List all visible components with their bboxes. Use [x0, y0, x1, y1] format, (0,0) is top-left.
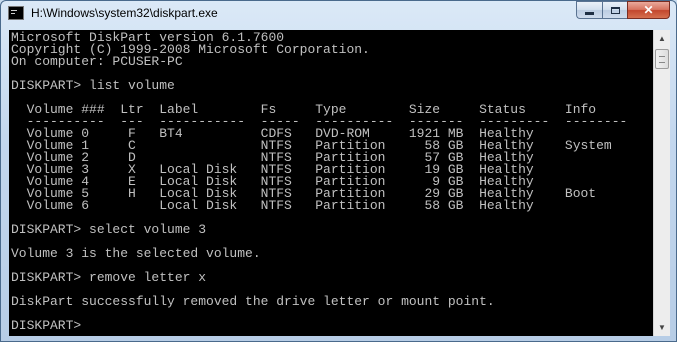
- minimize-icon: [585, 11, 594, 15]
- console-line: DISKPART> list volume: [11, 78, 175, 93]
- console-line: DISKPART> select volume 3: [11, 222, 207, 237]
- maximize-button[interactable]: [602, 1, 627, 19]
- console-line: Volume 3 is the selected volume.: [11, 246, 261, 261]
- console-line: Volume 6 Local Disk NTFS Partition 58 GB…: [11, 198, 534, 213]
- maximize-icon: [610, 6, 620, 14]
- scroll-down-button[interactable]: ▼: [654, 319, 670, 336]
- window-controls: ✕: [576, 1, 670, 20]
- window-title: H:\Windows\system32\diskpart.exe: [31, 6, 218, 20]
- close-icon: ✕: [643, 3, 654, 17]
- console-window: H:\Windows\system32\diskpart.exe ✕ Micro…: [0, 0, 677, 342]
- console-line: DISKPART> remove letter x: [11, 270, 207, 285]
- title-bar[interactable]: H:\Windows\system32\diskpart.exe ✕: [1, 1, 676, 27]
- console-output[interactable]: Microsoft DiskPart version 6.1.7600 Copyr…: [11, 31, 627, 333]
- console-icon: [8, 6, 24, 20]
- console-line: DISKPART>: [11, 318, 90, 333]
- arrow-up-icon: ▲: [658, 34, 666, 43]
- console-line: On computer: PCUSER-PC: [11, 54, 183, 69]
- scroll-thumb[interactable]: [655, 49, 669, 69]
- console-area[interactable]: Microsoft DiskPart version 6.1.7600 Copyr…: [9, 30, 653, 336]
- vertical-scrollbar[interactable]: ▲ ▼: [653, 30, 670, 336]
- scroll-up-button[interactable]: ▲: [654, 30, 670, 47]
- console-line: DiskPart successfully removed the drive …: [11, 294, 495, 309]
- close-button[interactable]: ✕: [627, 1, 670, 19]
- arrow-down-icon: ▼: [658, 323, 666, 332]
- minimize-button[interactable]: [576, 1, 602, 19]
